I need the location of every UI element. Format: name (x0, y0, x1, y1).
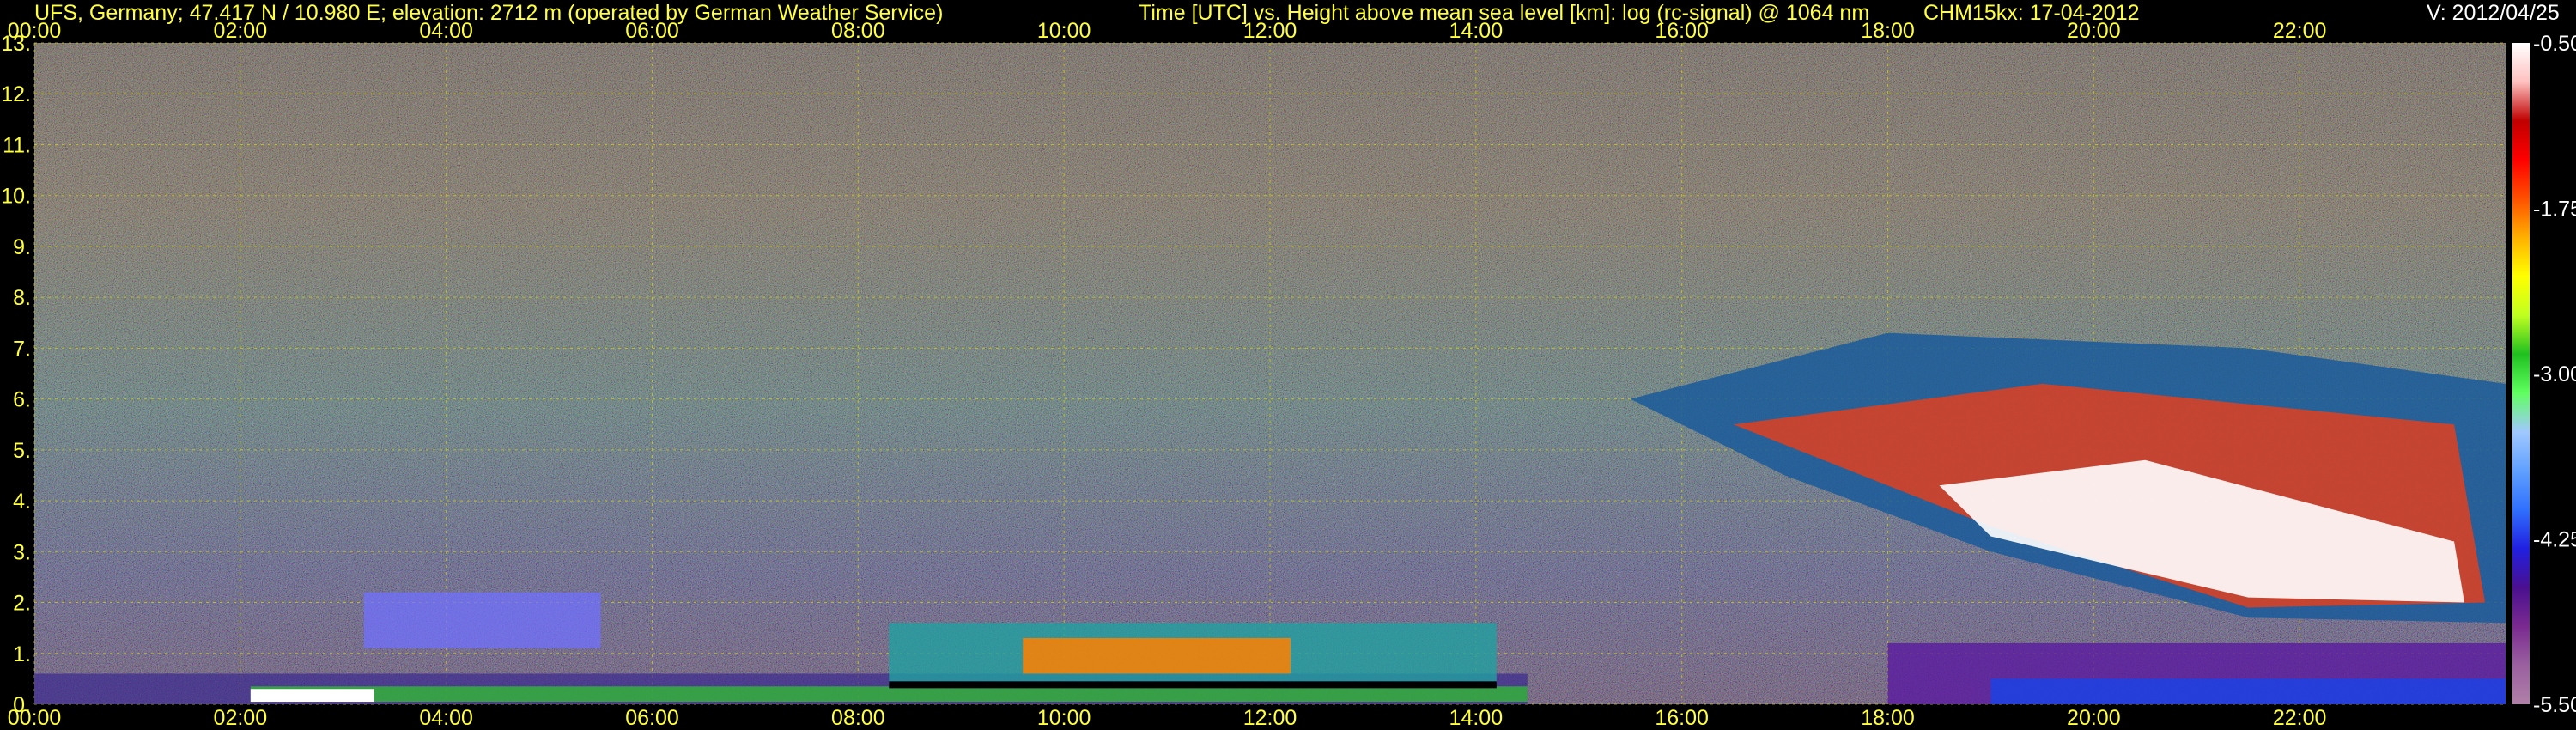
x-tick-top-4: 08:00 (831, 19, 885, 43)
x-tick-top-1: 02:00 (214, 19, 268, 43)
x-tick-bottom-10: 20:00 (2067, 706, 2121, 730)
y-tick-7: 7. (13, 337, 31, 361)
x-tick-bottom-11: 22:00 (2273, 706, 2327, 730)
x-tick-bottom-1: 02:00 (214, 706, 268, 730)
x-axis-top: 00:00 02:00 04:00 06:00 08:00 10:00 12:00 14:00… (8, 19, 2327, 43)
x-tick-bottom-2: 04:00 (419, 706, 473, 730)
x-tick-top-6: 12:00 (1243, 19, 1297, 43)
colorbar-tick-3: -4.25 (2533, 528, 2576, 552)
x-tick-top-7: 14:00 (1449, 19, 1504, 43)
x-tick-top-5: 10:00 (1037, 19, 1091, 43)
feature-convective-core (1023, 638, 1291, 674)
x-tick-bottom-8: 16:00 (1655, 706, 1709, 730)
y-tick-5: 5. (13, 439, 31, 463)
feature-boundary-layer-bright (250, 689, 374, 703)
x-tick-bottom-3: 06:00 (625, 706, 679, 730)
y-tick-11: 11. (3, 133, 31, 157)
x-tick-bottom-7: 14:00 (1449, 706, 1504, 730)
x-tick-top-2: 04:00 (419, 19, 473, 43)
y-tick-3: 3. (13, 540, 31, 564)
y-tick-6: 6. (13, 388, 31, 412)
y-tick-1: 1. (13, 642, 31, 666)
colorbar-scale (2512, 43, 2530, 704)
x-tick-top-8: 16:00 (1655, 19, 1709, 43)
x-tick-bottom-5: 10:00 (1037, 706, 1091, 730)
x-tick-top-11: 22:00 (2273, 19, 2327, 43)
feature-boundary-layer-core (250, 686, 1528, 703)
y-tick-0: 0. (13, 693, 31, 717)
x-axis-bottom: 00:00 02:00 04:00 06:00 08:00 10:00 12:00 14:00… (8, 706, 2327, 730)
colorbar-tick-0: -0.50 (2533, 32, 2576, 56)
colorbar: -0.50 -1.75 -3.00 -4.25 -5.50 (2512, 32, 2576, 717)
feature-evening-layer-core (1990, 678, 2506, 704)
y-tick-8: 8. (13, 286, 31, 310)
feature-residual-layer (363, 592, 601, 648)
x-tick-bottom-6: 12:00 (1243, 706, 1297, 730)
x-tick-bottom-4: 08:00 (831, 706, 885, 730)
y-tick-13: 13. (1, 32, 31, 56)
y-tick-2: 2. (13, 592, 31, 616)
x-tick-top-10: 20:00 (2067, 19, 2121, 43)
lidar-chart: 00:00 02:00 04:00 06:00 08:00 10:00 12:00 14:00… (1, 19, 2576, 730)
y-tick-10: 10. (1, 185, 31, 209)
y-axis: 0. 1. 2. 3. 4. 5. 6. 7. 8. 9. 10. 11. 12. 13. (1, 32, 31, 717)
colorbar-tick-1: -1.75 (2533, 198, 2576, 222)
y-tick-4: 4. (13, 490, 31, 514)
y-tick-9: 9. (13, 235, 31, 259)
x-tick-top-9: 18:00 (1861, 19, 1915, 43)
colorbar-tick-2: -3.00 (2533, 362, 2576, 386)
x-tick-top-3: 06:00 (625, 19, 679, 43)
colorbar-tick-4: -5.50 (2533, 693, 2576, 717)
y-tick-12: 12. (1, 82, 31, 106)
x-tick-bottom-9: 18:00 (1861, 706, 1915, 730)
feature-cloud-base (889, 681, 1497, 689)
